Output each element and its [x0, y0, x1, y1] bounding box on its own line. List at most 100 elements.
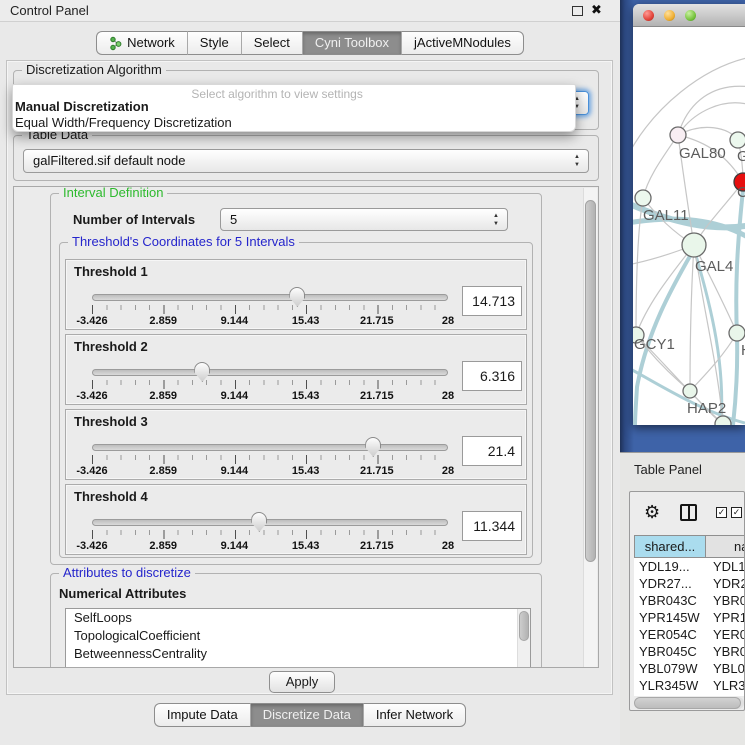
scale-label: 15.43 [292, 540, 320, 552]
tab-cyni-toolbox[interactable]: Cyni Toolbox [303, 31, 402, 55]
threshold-value-field[interactable]: 14.713 [462, 286, 522, 316]
threshold-slider[interactable]: -3.426 2.859 9.144 15.43 21.715 28 [92, 515, 448, 553]
tab-label: jActiveMNodules [414, 32, 511, 54]
slider-knob[interactable] [251, 512, 267, 532]
right-side: GAL80 G C GAL11 GAL4 GCY1 H HAP2 Table P… [620, 0, 745, 745]
attributes-list-scrollbar[interactable] [517, 609, 530, 668]
table-row[interactable]: YPR145W YPR1 [634, 609, 745, 626]
apply-button[interactable]: Apply [269, 671, 335, 693]
scale-label: -3.426 [76, 540, 107, 552]
checkbox-icon[interactable]: ✓ [716, 507, 727, 518]
slider-track[interactable] [92, 369, 448, 376]
table-row[interactable]: YDR27... YDR2 [634, 575, 745, 592]
threshold-value-field[interactable]: 11.344 [462, 511, 522, 541]
slider-major-ticks [92, 380, 449, 389]
node-label: GAL11 [643, 207, 689, 224]
cell: YBR0 [706, 643, 745, 660]
scale-label: -3.426 [76, 465, 107, 477]
cell: YDR2 [706, 575, 745, 592]
tab-infer-network[interactable]: Infer Network [364, 703, 466, 727]
cell: YBR0 [706, 592, 745, 609]
table-row[interactable]: YIL052C YIL0 [634, 694, 745, 696]
scrollbar-thumb[interactable] [519, 611, 529, 641]
tab-select[interactable]: Select [242, 31, 303, 55]
list-item[interactable]: BetweennessCentrality [66, 645, 530, 663]
float-window-icon[interactable] [572, 6, 583, 16]
algorithm-option-equal-width[interactable]: Equal Width/Frequency Discretization [15, 115, 232, 130]
num-intervals-combobox[interactable]: 5 ▲▼ [220, 208, 508, 231]
tab-jactivemnodules[interactable]: jActiveMNodules [402, 31, 524, 55]
combo-arrows-icon: ▲▼ [493, 212, 499, 228]
slider-knob[interactable] [194, 362, 210, 382]
table-row[interactable]: YBR043C YBR0 [634, 592, 745, 609]
threshold-slider[interactable]: -3.426 2.859 9.144 15.43 21.715 28 [92, 440, 448, 478]
scrollbar-thumb[interactable] [585, 200, 596, 562]
scale-label: -3.426 [76, 390, 107, 402]
zoom-traffic-light-icon[interactable] [685, 10, 696, 21]
scale-label: -3.426 [76, 315, 107, 327]
cell: YIL0 [706, 694, 745, 696]
table-row[interactable]: YDL19... YDL1 [634, 558, 745, 575]
cell: YDR27... [634, 575, 706, 592]
tab-style[interactable]: Style [188, 31, 242, 55]
threshold-slider[interactable]: -3.426 2.859 9.144 15.43 21.715 28 [92, 290, 448, 328]
table-data-combobox[interactable]: galFiltered.sif default node ▲▼ [23, 149, 589, 173]
close-icon[interactable]: ✖ [591, 2, 602, 18]
attributes-list[interactable]: SelfLoops TopologicalCoefficient Between… [65, 608, 531, 668]
node-gal11[interactable] [635, 190, 651, 206]
tab-label: Cyni Toolbox [315, 32, 389, 54]
list-item[interactable]: TopologicalCoefficient [66, 627, 530, 645]
close-traffic-light-icon[interactable] [643, 10, 654, 21]
slider-knob[interactable] [365, 437, 381, 457]
threshold-panel-4: Threshold 4 -3.426 2.859 9.144 15.43 [65, 484, 527, 555]
threshold-value-field[interactable]: 6.316 [462, 361, 522, 391]
gear-icon[interactable]: ⚙ [644, 502, 660, 522]
algorithm-option-manual[interactable]: Manual Discretization [15, 99, 149, 114]
node-gal80[interactable] [670, 127, 686, 143]
cell: YDL1 [706, 558, 745, 575]
table-horizontal-scrollbar[interactable] [634, 697, 744, 709]
network-window[interactable]: GAL80 G C GAL11 GAL4 GCY1 H HAP2 [633, 4, 745, 425]
column-header-name[interactable]: na [706, 535, 745, 558]
node-h[interactable] [729, 325, 745, 341]
scale-label: 9.144 [221, 390, 249, 402]
checkbox-icon[interactable]: ✓ [731, 507, 742, 518]
settings-vertical-scrollbar[interactable] [583, 188, 597, 668]
slider-track[interactable] [92, 444, 448, 451]
scale-label: 9.144 [221, 540, 249, 552]
minimize-traffic-light-icon[interactable] [664, 10, 675, 21]
scale-label: 2.859 [149, 465, 177, 477]
cell: YBL079W [634, 660, 706, 677]
scale-label: 2.859 [149, 390, 177, 402]
tab-label: Select [254, 32, 290, 54]
table-row[interactable]: YBL079W YBL0 [634, 660, 745, 677]
threshold-slider[interactable]: -3.426 2.859 9.144 15.43 21.715 28 [92, 365, 448, 403]
scale-label: 9.144 [221, 315, 249, 327]
list-item[interactable]: SelfLoops [66, 609, 530, 627]
node-hap2[interactable] [683, 384, 697, 398]
network-canvas[interactable]: GAL80 G C GAL11 GAL4 GCY1 H HAP2 [633, 27, 745, 425]
scale-label: 21.715 [360, 390, 394, 402]
table-row[interactable]: YER054C YER0 [634, 626, 745, 643]
network-window-titlebar[interactable] [633, 4, 745, 27]
slider-track[interactable] [92, 519, 448, 526]
slider-track[interactable] [92, 294, 448, 301]
tab-discretize-data[interactable]: Discretize Data [251, 703, 364, 727]
column-header-shared[interactable]: shared... [634, 535, 706, 558]
scrollbar-thumb[interactable] [634, 697, 741, 709]
table-row[interactable]: YLR345W YLR3 [634, 677, 745, 694]
threshold-value-field[interactable]: 21.4 [462, 436, 522, 466]
slider-knob[interactable] [289, 287, 305, 307]
slider-major-ticks [92, 530, 449, 539]
top-tabbar: Network Style Select Cyni Toolbox jActiv… [0, 31, 620, 55]
table-row[interactable]: YBR045C YBR0 [634, 643, 745, 660]
scale-label: 15.43 [292, 315, 320, 327]
node-gal4[interactable] [682, 233, 706, 257]
node-top-right[interactable] [730, 132, 745, 148]
node-label: GAL4 [695, 258, 733, 275]
tab-network[interactable]: Network [96, 31, 188, 55]
tab-impute-data[interactable]: Impute Data [154, 703, 251, 727]
columns-icon[interactable] [680, 504, 697, 521]
cell: YIL052C [634, 694, 706, 696]
combo-arrows-icon: ▲▼ [574, 153, 580, 169]
